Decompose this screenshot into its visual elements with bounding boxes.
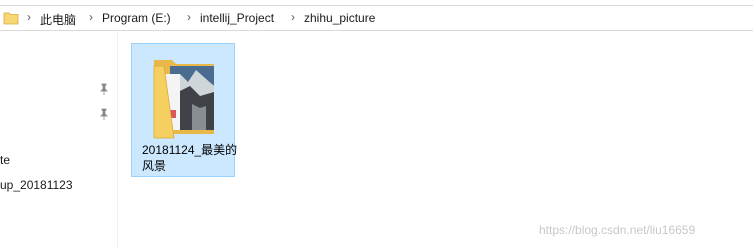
navigation-pane: te up_20181123	[0, 31, 118, 249]
nav-item[interactable]: up_20181123	[0, 178, 73, 192]
folder-item[interactable]: 20181124_最美的风景	[131, 43, 238, 177]
watermark: https://blog.csdn.net/liu16659	[539, 223, 696, 237]
folder-with-preview-icon	[153, 60, 214, 139]
address-bar[interactable]: › 此电脑 › Program (E:) › intellij_Project …	[0, 5, 753, 31]
breadcrumb-item-drive[interactable]: Program (E:)	[102, 11, 171, 25]
nav-item[interactable]: te	[0, 153, 10, 167]
breadcrumb-item-current[interactable]: zhihu_picture	[304, 11, 375, 25]
chevron-right-icon[interactable]: ›	[27, 10, 31, 24]
chevron-right-icon[interactable]: ›	[89, 10, 93, 24]
folder-icon	[3, 12, 19, 25]
chevron-right-icon[interactable]: ›	[291, 10, 295, 24]
breadcrumb-item-project[interactable]: intellij_Project	[200, 11, 274, 25]
pin-icon[interactable]	[98, 83, 110, 95]
folder-name[interactable]: 20181124_最美的风景	[136, 142, 238, 174]
pin-icon[interactable]	[98, 108, 110, 120]
breadcrumb-item-this-pc[interactable]: 此电脑	[40, 11, 76, 28]
chevron-right-icon[interactable]: ›	[187, 10, 191, 24]
